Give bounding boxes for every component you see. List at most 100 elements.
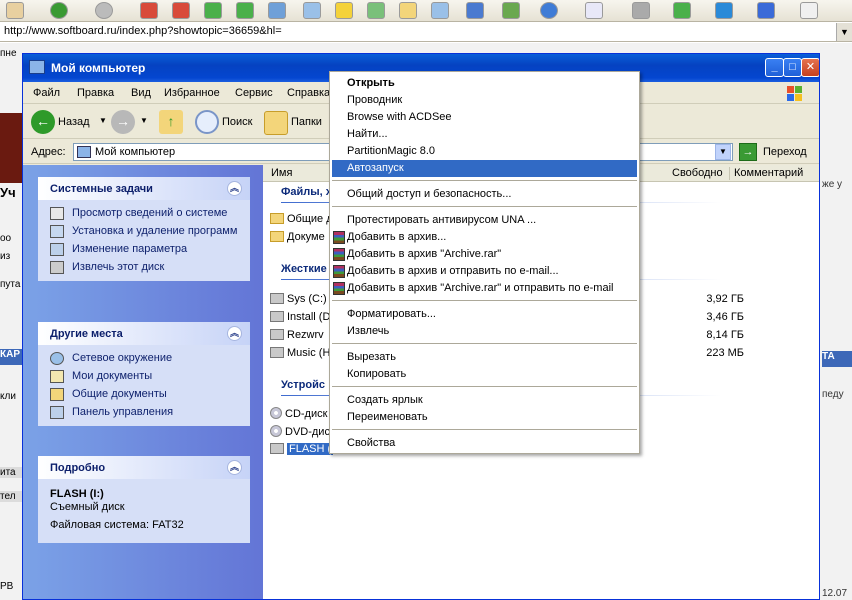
menu-item-create-shortcut[interactable]: Создать ярлык [332,392,637,409]
list-item[interactable]: Докуме [270,231,325,247]
browser-favorites-icon[interactable] [335,2,353,19]
menu-item-eject[interactable]: Извлечь [332,323,637,340]
browser-translate-icon[interactable] [502,2,520,19]
browser-window-icon[interactable] [800,2,818,19]
chevron-down-icon[interactable]: ▼ [99,116,107,125]
place-network[interactable]: Сетевое окружение [48,350,250,368]
folder-up-icon[interactable]: ↑ [159,110,183,134]
item-label: Докуме [287,231,325,243]
menu-item-rename[interactable]: Переименовать [332,409,637,426]
maximize-button[interactable]: □ [783,58,802,77]
collapse-icon[interactable]: ︽ [227,460,242,475]
menu-item-add-archive-rar[interactable]: Добавить в архив "Archive.rar" [332,246,637,263]
chevron-down-icon[interactable]: ▼ [715,144,731,160]
task-add-remove-programs[interactable]: Установка и удаление программ [48,223,250,241]
browser-url-field[interactable]: http://www.softboard.ru/index.php?showto… [0,22,852,42]
menu-separator [332,206,637,207]
folders-button[interactable]: Папки [291,116,322,128]
menu-item-sharing[interactable]: Общий доступ и безопасность... [332,186,637,203]
column-comment[interactable]: Комментарий [734,167,803,179]
search-button[interactable]: Поиск [222,116,252,128]
menu-favorites[interactable]: Избранное [164,87,220,99]
place-shared-documents[interactable]: Общие документы [48,386,250,404]
go-arrow-icon[interactable]: → [739,143,757,161]
list-item[interactable]: Общие д [270,213,333,229]
task-change-setting[interactable]: Изменение параметра [48,241,250,259]
other-places-header[interactable]: Другие места ︽ [38,322,250,345]
browser-search-icon[interactable] [303,2,321,19]
minimize-button[interactable]: _ [765,58,784,77]
browser-edit-icon[interactable] [673,2,691,19]
list-item[interactable]: Sys (C:) [270,293,327,309]
place-control-panel[interactable]: Панель управления [48,404,250,422]
menu-item-add-archive[interactable]: Добавить в архив... [332,229,637,246]
list-item[interactable]: Rezwrv [270,329,324,345]
details-header[interactable]: Подробно ︽ [38,456,250,479]
menu-view[interactable]: Вид [131,87,151,99]
menu-item-copy[interactable]: Копировать [332,366,637,383]
browser-refresh-icon[interactable] [204,2,222,19]
browser-history-icon[interactable] [367,2,385,19]
browser-download-icon[interactable] [715,2,733,19]
list-item[interactable]: DVD-дис [270,425,330,441]
browser-page-icon[interactable] [431,2,449,19]
menu-item-archive-email[interactable]: Добавить в архив и отправить по e-mail..… [332,263,637,280]
menu-item-autoplay[interactable]: Автозапуск [332,160,637,177]
page-text-fragment: ита [0,467,22,478]
menu-edit[interactable]: Правка [77,87,114,99]
menu-item-format[interactable]: Форматировать... [332,306,637,323]
browser-globe-icon[interactable] [540,2,558,19]
menu-item-cut[interactable]: Вырезать [332,349,637,366]
menu-item-open[interactable]: Открыть [332,75,637,92]
browser-tool-icon[interactable] [6,2,24,19]
place-my-documents[interactable]: Мои документы [48,368,250,386]
task-eject-disk[interactable]: Извлечь этот диск [48,259,250,277]
menu-item-explorer[interactable]: Проводник [332,92,637,109]
menu-item-find[interactable]: Найти... [332,126,637,143]
list-item-selected[interactable]: FLASH ( [270,443,334,459]
browser-stop-icon[interactable] [172,2,190,19]
list-item[interactable]: CD-диск [270,407,327,423]
menu-item-acdsee[interactable]: Browse with ACDSee [332,109,637,126]
forward-arrow-icon[interactable]: → [111,110,135,134]
menu-separator [332,180,637,181]
chevron-down-icon[interactable]: ▼ [836,23,852,41]
browser-mail-icon[interactable] [585,2,603,19]
column-divider[interactable] [729,167,730,180]
menu-tools[interactable]: Сервис [235,87,273,99]
back-arrow-icon[interactable]: ← [31,110,55,134]
task-view-system-info[interactable]: Просмотр сведений о системе [48,205,250,223]
column-name[interactable]: Имя [271,167,292,179]
go-button[interactable]: Переход [763,146,807,158]
browser-print-icon[interactable] [632,2,650,19]
search-icon[interactable] [195,110,219,134]
menu-item-partitionmagic[interactable]: PartitionMagic 8.0 [332,143,637,160]
folders-icon[interactable] [264,111,288,135]
collapse-icon[interactable]: ︽ [227,181,242,196]
system-tasks-header[interactable]: Системные задачи ︽ [38,177,250,200]
back-button[interactable]: Назад [58,116,90,128]
menu-help[interactable]: Справка [287,87,330,99]
menu-item-properties[interactable]: Свойства [332,435,637,452]
browser-back-icon[interactable] [50,2,68,19]
browser-refresh-icon[interactable] [236,2,254,19]
list-item[interactable]: Install (D [270,311,330,327]
menu-file[interactable]: Файл [33,87,60,99]
column-free[interactable]: Свободно [672,167,723,179]
browser-stop-icon[interactable] [140,2,158,19]
menu-item-antivirus[interactable]: Протестировать антивирусом UNA ... [332,212,637,229]
list-item[interactable]: Music (H [270,347,330,363]
browser-home-icon[interactable] [268,2,286,19]
browser-folder-icon[interactable] [399,2,417,19]
collapse-icon[interactable]: ︽ [227,326,242,341]
browser-font-icon[interactable] [466,2,484,19]
other-places-panel: Другие места ︽ Сетевое окружение Мои док… [38,322,250,426]
usb-drive-icon [270,443,284,454]
chevron-down-icon[interactable]: ▼ [140,116,148,125]
close-button[interactable]: ✕ [801,58,819,77]
browser-forward-icon[interactable] [95,2,113,19]
browser-undo-icon[interactable] [757,2,775,19]
menu-separator [332,429,637,430]
page-text-fragment: оо [0,233,12,244]
menu-item-archive-rar-email[interactable]: Добавить в архив "Archive.rar" и отправи… [332,280,637,297]
